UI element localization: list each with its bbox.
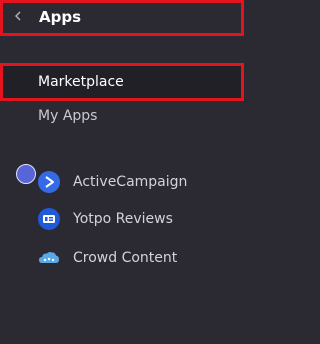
app-label: Crowd Content [73,250,178,266]
back-chevron-icon[interactable] [10,6,26,26]
yotpo-icon [38,208,60,230]
nav-item-my-apps[interactable]: My Apps [0,106,244,126]
cloud-icon [38,247,60,269]
nav-item-marketplace[interactable]: Marketplace [0,63,244,101]
app-label: Yotpo Reviews [73,211,173,227]
app-item-crowd-content[interactable]: Crowd Content [38,246,238,270]
apps-header: Apps [0,0,244,36]
activecampaign-icon [38,171,60,193]
app-item-activecampaign[interactable]: ActiveCampaign [38,170,238,194]
avatar[interactable] [16,164,36,184]
nav-item-label: Marketplace [38,74,124,90]
app-label: ActiveCampaign [73,174,188,190]
page-title: Apps [39,8,82,26]
nav-item-label: My Apps [38,108,98,124]
app-item-yotpo-reviews[interactable]: Yotpo Reviews [38,207,238,231]
